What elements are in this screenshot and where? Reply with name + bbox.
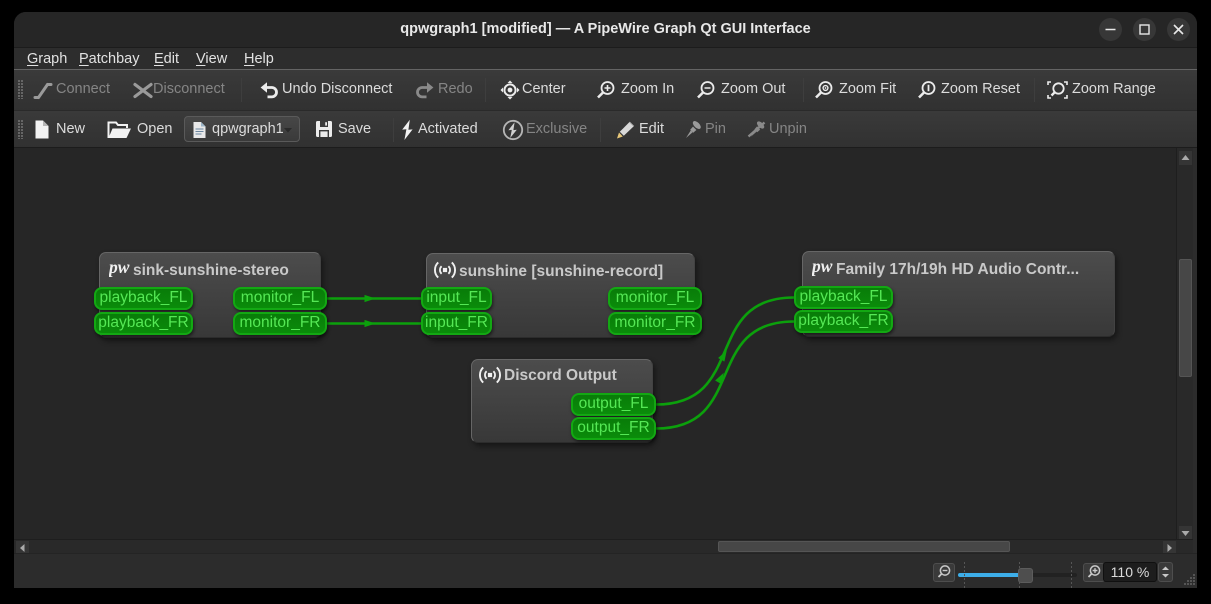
svg-text:pw: pw [109, 258, 130, 277]
svg-text:pw: pw [812, 257, 833, 276]
